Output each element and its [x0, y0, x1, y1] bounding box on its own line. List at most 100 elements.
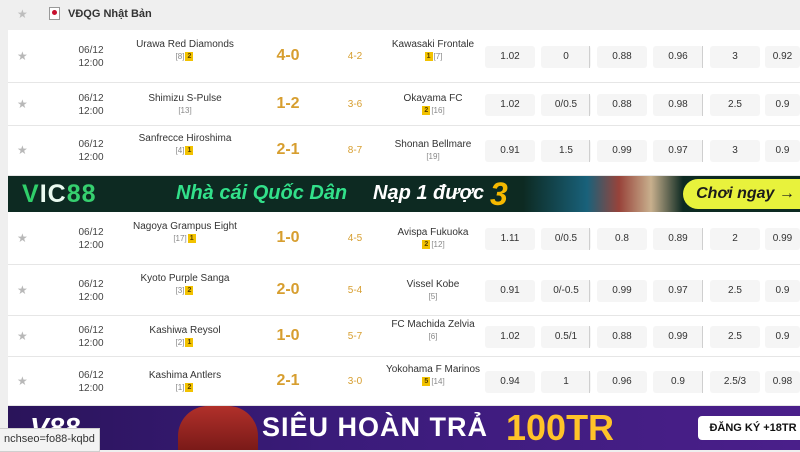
home-team-rank: [4] 1: [130, 145, 240, 157]
odds-cell[interactable]: 2.5/3: [710, 371, 760, 393]
odds-cell[interactable]: 2.5: [710, 326, 760, 348]
odds-cell[interactable]: 1.02: [485, 94, 535, 116]
away-rank-text: [7]: [433, 52, 443, 61]
home-team[interactable]: Kyoto Purple Sanga [3] 2: [130, 273, 240, 297]
favorite-star-icon[interactable]: ★: [17, 231, 28, 245]
odds-cell[interactable]: 3: [710, 46, 760, 68]
league-name[interactable]: VĐQG Nhật Bản: [68, 8, 152, 20]
match-date: 06/12: [78, 370, 104, 381]
odds-cell[interactable]: 1: [541, 371, 591, 393]
odds-cell[interactable]: 0.99: [765, 228, 800, 250]
odds-cell[interactable]: 0.9: [765, 326, 800, 348]
odds-cell[interactable]: 1.5: [541, 140, 591, 162]
odds-cell[interactable]: 0/0.5: [541, 228, 591, 250]
odds-cell[interactable]: 0.92: [765, 46, 800, 68]
odds-cell[interactable]: 0.99: [653, 326, 703, 348]
odds-cell[interactable]: 0.91: [485, 280, 535, 302]
home-yellow-card-badge: 1: [187, 234, 196, 244]
away-team[interactable]: Yokohama F Marinos 5 [14]: [378, 364, 488, 388]
favorite-star-icon[interactable]: ★: [17, 143, 28, 157]
odds-cell[interactable]: 0.5/1: [541, 326, 591, 348]
full-time-score[interactable]: 2-1: [243, 372, 333, 390]
odds-cell[interactable]: 0.96: [653, 46, 703, 68]
v88-amount: 100TR: [506, 407, 615, 448]
match-row[interactable]: ★ 06/12 12:00 Urawa Red Diamonds [8] 2 Kawasak…: [8, 30, 800, 83]
full-time-score[interactable]: 1-0: [243, 327, 333, 345]
odds-cell[interactable]: 0.97: [653, 140, 703, 162]
full-time-score[interactable]: 4-0: [243, 47, 333, 65]
full-time-score[interactable]: 2-1: [243, 141, 333, 159]
odds-cell[interactable]: 0.97: [653, 280, 703, 302]
odds-cell[interactable]: 2: [710, 228, 760, 250]
odds-cell[interactable]: 0.96: [597, 371, 647, 393]
odds-cell[interactable]: 0.9: [765, 140, 800, 162]
match-datetime: 06/12 12:00: [63, 324, 119, 350]
odds-cell[interactable]: 0.88: [597, 326, 647, 348]
home-team[interactable]: Shimizu S-Pulse [13]: [130, 93, 240, 117]
odds-cell[interactable]: 0.88: [597, 46, 647, 68]
corner-score: 3-6: [347, 99, 363, 110]
away-team-rank: 5 [14]: [378, 376, 488, 388]
favorite-star-icon[interactable]: ★: [17, 283, 28, 297]
odds-cell[interactable]: 3: [710, 140, 760, 162]
odds-cell[interactable]: 0.99: [597, 280, 647, 302]
away-team[interactable]: Okayama FC 2 [16]: [378, 93, 488, 117]
odds-cell[interactable]: 0.9: [653, 371, 703, 393]
odds-cell[interactable]: 0/-0.5: [541, 280, 591, 302]
odds-cell[interactable]: 0.8: [597, 228, 647, 250]
away-team[interactable]: Shonan Bellmare [19]: [378, 139, 488, 163]
home-team[interactable]: Kashiwa Reysol [2] 1: [130, 325, 240, 349]
favorite-star-icon[interactable]: ★: [17, 97, 28, 111]
match-row[interactable]: ★ 06/12 12:00 Sanfrecce Hiroshima [4] 1 Shonan…: [8, 126, 800, 176]
favorite-star-icon[interactable]: ★: [17, 374, 28, 388]
match-time: 12:00: [78, 106, 104, 117]
odds-cell[interactable]: 0.98: [653, 94, 703, 116]
match-row[interactable]: ★ 06/12 12:00 Shimizu S-Pulse [13] Okayama FC…: [8, 83, 800, 126]
odds-cell[interactable]: 0.9: [765, 94, 800, 116]
odds-cell[interactable]: 0.88: [597, 94, 647, 116]
full-time-score[interactable]: 1-2: [243, 95, 333, 113]
v88-banner-ad[interactable]: V88 SIÊU HOÀN TRẢ 100TR ĐĂNG KÝ +18TR: [8, 406, 800, 450]
match-row[interactable]: ★ 06/12 12:00 Kashiwa Reysol [2] 1 FC Machida …: [8, 316, 800, 357]
match-time: 12:00: [78, 58, 104, 69]
odds-cell[interactable]: 0.91: [485, 140, 535, 162]
home-team[interactable]: Urawa Red Diamonds [8] 2: [130, 39, 240, 63]
vic88-play-now-button[interactable]: Chơi ngay →: [683, 179, 800, 209]
favorite-star-icon[interactable]: ★: [17, 49, 28, 63]
away-team-rank: [19]: [378, 151, 488, 163]
odds-cell[interactable]: 1.02: [485, 46, 535, 68]
odds-cell[interactable]: 0/0.5: [541, 94, 591, 116]
vic88-offer-number: 3: [490, 176, 508, 212]
away-rank-text: [16]: [431, 106, 445, 115]
home-team-rank: [3] 2: [130, 285, 240, 297]
away-team[interactable]: Vissel Kobe [5]: [378, 279, 488, 303]
match-datetime: 06/12 12:00: [63, 278, 119, 304]
away-team[interactable]: Avispa Fukuoka 2 [12]: [378, 227, 488, 251]
match-row[interactable]: ★ 06/12 12:00 Nagoya Grampus Eight [17] 1 Avis…: [8, 212, 800, 265]
odds-cell[interactable]: 2.5: [710, 280, 760, 302]
odds-cell[interactable]: 0.94: [485, 371, 535, 393]
home-team[interactable]: Kashima Antlers [1] 2: [130, 370, 240, 394]
league-favorite-star-icon[interactable]: ★: [17, 7, 28, 21]
odds-cell[interactable]: 2.5: [710, 94, 760, 116]
odds-cell[interactable]: 0.9: [765, 280, 800, 302]
home-team[interactable]: Sanfrecce Hiroshima [4] 1: [130, 133, 240, 157]
odds-cell[interactable]: 1.02: [485, 326, 535, 348]
match-date: 06/12: [78, 325, 104, 336]
odds-cell[interactable]: 0.89: [653, 228, 703, 250]
match-row[interactable]: ★ 06/12 12:00 Kashima Antlers [1] 2 Yokohama F…: [8, 357, 800, 406]
odds-cell[interactable]: 0: [541, 46, 591, 68]
favorite-star-icon[interactable]: ★: [17, 329, 28, 343]
odds-cell[interactable]: 1.11: [485, 228, 535, 250]
away-team-rank: [6]: [378, 331, 488, 343]
full-time-score[interactable]: 1-0: [243, 229, 333, 247]
odds-cell[interactable]: 0.99: [597, 140, 647, 162]
away-team[interactable]: Kawasaki Frontale 1 [7]: [378, 39, 488, 63]
match-row[interactable]: ★ 06/12 12:00 Kyoto Purple Sanga [3] 2 Vissel …: [8, 265, 800, 316]
v88-register-button[interactable]: ĐĂNG KÝ +18TR: [698, 416, 800, 440]
away-team[interactable]: FC Machida Zelvia [6]: [378, 319, 488, 343]
vic88-banner-ad[interactable]: VIC88 Nhà cái Quốc Dân Nạp 1 được 3 Chơi…: [8, 176, 800, 212]
odds-cell[interactable]: 0.98: [765, 371, 800, 393]
full-time-score[interactable]: 2-0: [243, 281, 333, 299]
home-team[interactable]: Nagoya Grampus Eight [17] 1: [130, 221, 240, 245]
